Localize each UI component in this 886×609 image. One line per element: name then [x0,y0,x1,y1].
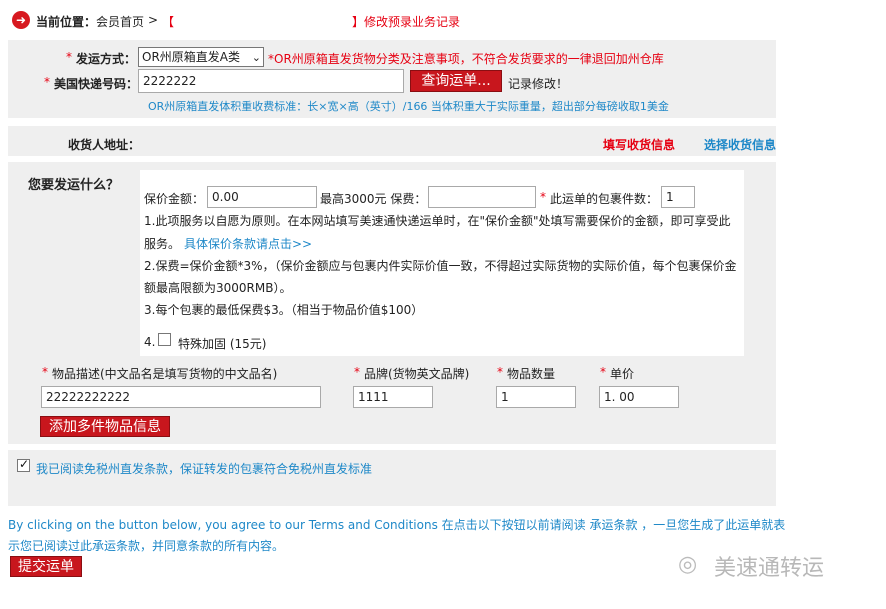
rule-4-number: 4. [144,335,156,349]
max-premium-label: 最高3000元 保费： [320,192,427,206]
watermark-text: 美速通转运 [714,556,825,581]
rule-1-line-2: 服务。 [144,237,181,251]
agreement-text[interactable]: 我已阅读免税州直发条款，保证转发的包裹符合免税州直发标准 [36,460,372,477]
item-price-input[interactable] [599,386,679,408]
wechat-icon: ◎ [678,552,698,577]
item-brand-input[interactable] [353,386,433,408]
required-star: * [497,365,503,379]
special-reinforcement-checkbox[interactable] [158,333,171,346]
shipping-method-value: OR州原箱直发A类 [142,50,240,64]
tracking-label: 美国快递号码： [54,77,139,91]
required-star: * [354,365,360,379]
terms-line-1: By clicking on the button below, you agr… [8,518,786,532]
agreement-panel [8,450,776,506]
query-waybill-button[interactable]: 查询运单... [410,70,502,92]
tracking-number-input[interactable] [138,69,404,93]
breadcrumb-current: 修改预录业务记录 [364,15,461,29]
insured-amount-input[interactable] [207,186,317,208]
chevron-down-icon: ⌄ [251,51,261,64]
required-star: * [600,365,606,379]
breadcrumb-bracket-close: 】 [352,15,365,29]
special-reinforcement-label: 特殊加固 (15元) [178,337,267,351]
arrow-circle-icon: ➜ [12,11,30,29]
breadcrumb-separator: > [148,13,159,27]
insured-amount-label: 保价金额： [144,192,205,206]
add-items-button[interactable]: 添加多件物品信息 [40,416,170,437]
required-star: * [540,190,546,204]
submit-waybill-button[interactable]: 提交运单 [10,556,82,577]
volume-weight-note: OR州原箱直发体积重收费标准：长×宽×高（英寸）/166 当体积重大于实际重量，… [148,100,669,113]
shipping-method-select[interactable]: OR州原箱直发A类 ⌄ [138,47,264,67]
breadcrumb-bracket-open: 【 [162,15,175,29]
agreement-checkbox[interactable] [17,457,30,472]
breadcrumb-label: 当前位置： [36,15,97,29]
item-qty-label: 物品数量 [507,367,556,381]
item-price-label: 单价 [610,367,635,381]
insurance-terms-link[interactable]: 具体保价条款请点击>> [184,235,312,252]
rule-1-line-1: 1.此项服务以自愿为原则。在本网站填写美速通快递运单时，在"保价金额"处填写需要… [144,214,731,228]
method-note: *OR州原箱直发货物分类及注意事项，不符合发货要求的一律退回加州仓库 [268,52,664,66]
item-brand-label: 品牌(货物英文品牌) [364,367,470,381]
consignee-label: 收货人地址： [68,138,141,152]
breadcrumb-home-link[interactable]: 会员首页 [96,13,144,30]
item-desc-input[interactable] [41,386,321,408]
premium-input[interactable] [428,186,536,208]
required-star: * [42,365,48,379]
method-label: 发运方式： [76,52,137,66]
package-count-label: 此运单的包裹件数： [550,192,659,206]
item-qty-input[interactable] [496,386,576,408]
package-count-input[interactable] [661,186,695,208]
rule-2-line-1: 2.保费=保价金额*3%，（保价金额应与包裹内件实际价值一致，不得超过实际货物的… [144,259,737,273]
cargo-question: 您要发运什么？ [28,178,120,193]
terms-line-2: 示您已阅读过此承运条款，并同意条款的所有内容。 [8,539,285,553]
record-edit-text: 记录修改！ [508,77,569,91]
item-desc-label: 物品描述(中文品名是填写货物的中文品名) [52,367,278,381]
required-star: * [44,75,50,89]
select-consignee-link[interactable]: 选择收货信息 [704,136,776,153]
rule-2-line-2: 额最高限额为3000RMB）。 [144,281,292,295]
rule-3: 3.每个包裹的最低保费$3。（相当于物品价值$100） [144,303,424,317]
fill-consignee-link[interactable]: 填写收货信息 [603,136,675,153]
required-star: * [66,50,72,64]
